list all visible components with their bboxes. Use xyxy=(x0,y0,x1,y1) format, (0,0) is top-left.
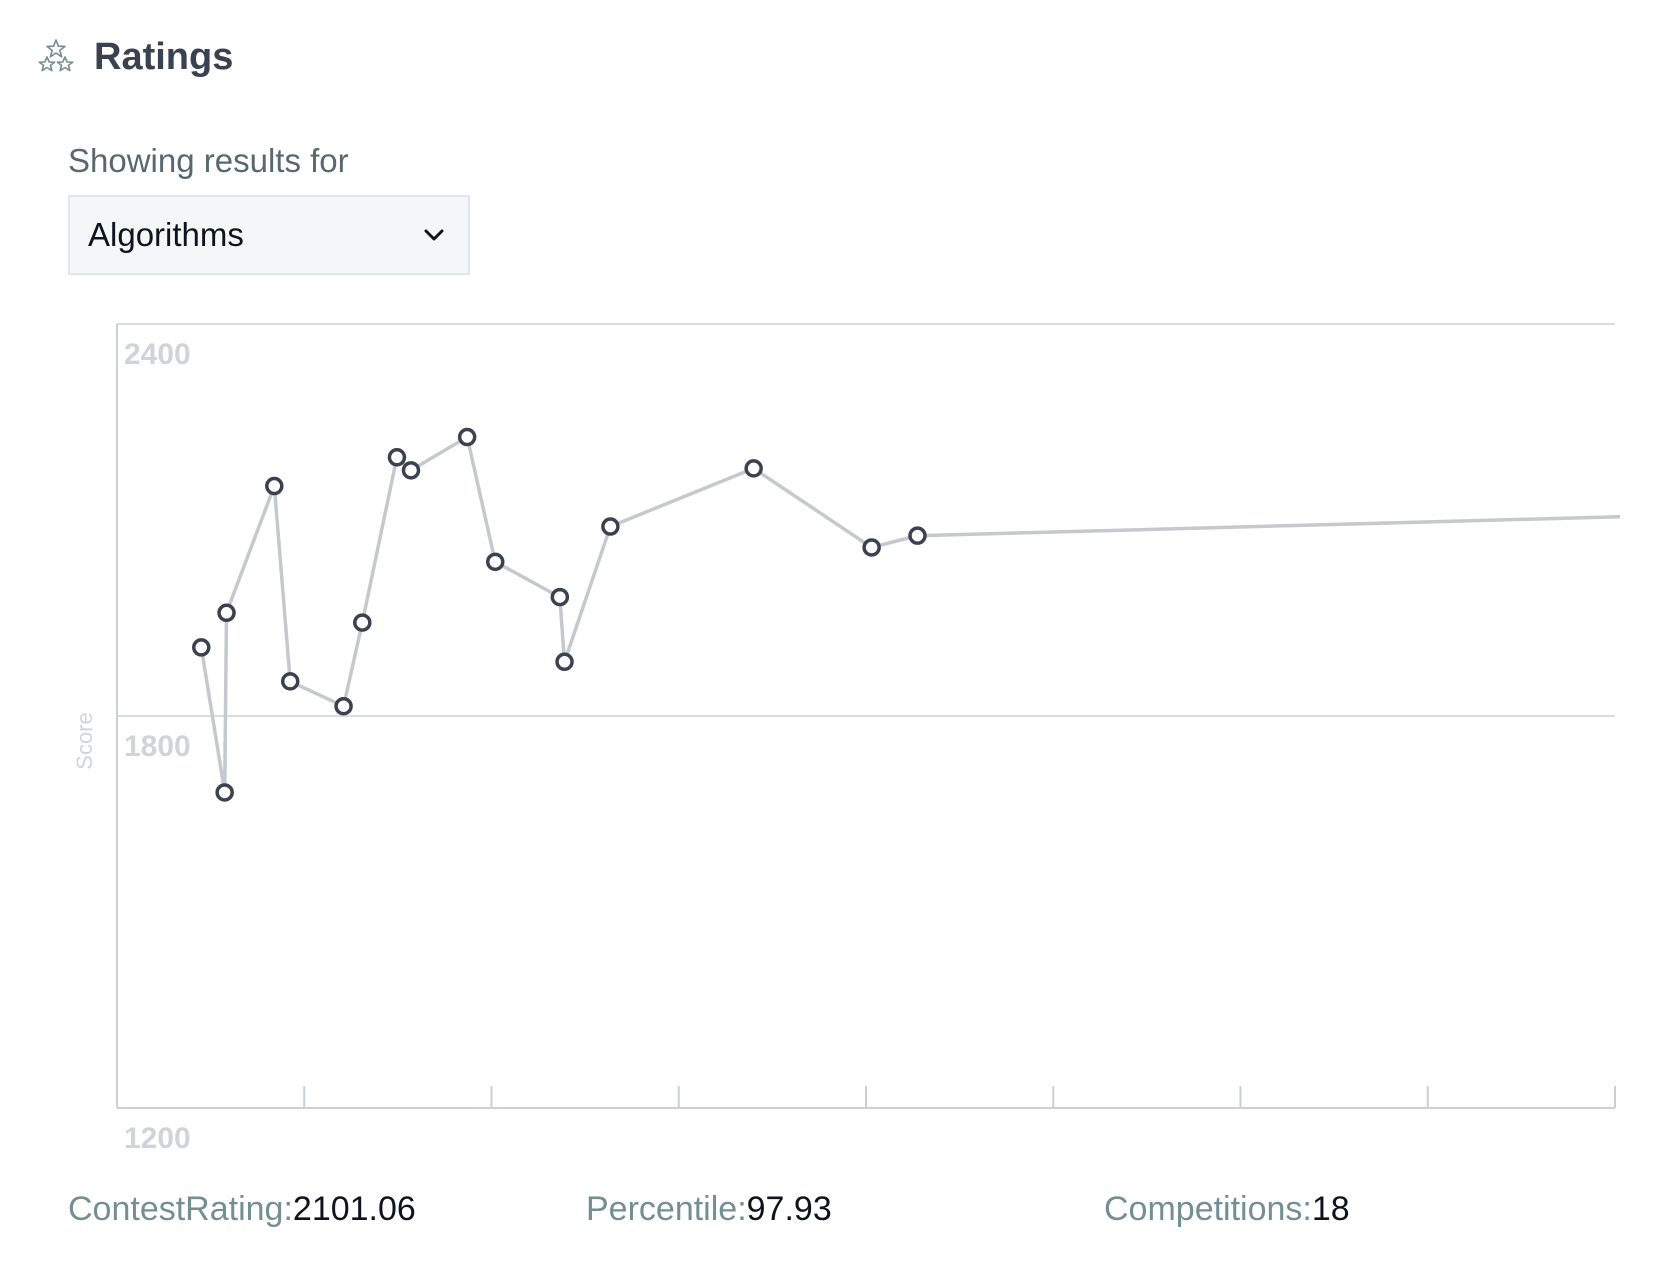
stat-competitions: Competitions:18 xyxy=(1104,1190,1350,1229)
chevron-down-icon xyxy=(424,229,444,241)
section-header: Ratings xyxy=(36,32,233,82)
data-point xyxy=(908,526,927,545)
data-point xyxy=(862,538,881,557)
data-point xyxy=(457,427,477,447)
rating-chart: 2400 1800 1200 Score xyxy=(72,323,1620,1155)
track-select-value: Algorithms xyxy=(88,216,244,253)
data-point xyxy=(192,638,211,657)
y-tick-label: 2400 xyxy=(124,338,191,371)
stat-label: Percentile: xyxy=(586,1190,747,1228)
stat-label: Competitions: xyxy=(1104,1190,1312,1228)
page-title: Ratings xyxy=(94,35,234,78)
stat-value: 2101.06 xyxy=(292,1190,416,1228)
data-point xyxy=(265,476,284,496)
stat-contest-rating: ContestRating:2101.06 xyxy=(68,1190,416,1229)
y-tick-label: 1800 xyxy=(124,730,191,763)
data-point xyxy=(217,603,236,623)
data-point xyxy=(555,652,574,672)
data-point xyxy=(744,459,763,478)
data-point xyxy=(353,613,372,632)
data-point xyxy=(485,552,505,572)
data-point xyxy=(601,517,620,536)
stat-value: 97.93 xyxy=(746,1190,832,1228)
stats-bar: ContestRating:2101.06 Percentile:97.93 C… xyxy=(68,1190,1588,1240)
series-line xyxy=(199,435,1620,795)
data-point xyxy=(387,448,407,467)
stars-icon xyxy=(38,39,74,72)
data-point xyxy=(215,783,234,802)
data-point xyxy=(280,672,300,691)
y-tick-label: 1200 xyxy=(124,1122,191,1155)
filter-label: Showing results for xyxy=(68,142,349,179)
data-point xyxy=(550,587,570,607)
y-axis-title: Score xyxy=(72,712,97,769)
data-point xyxy=(401,461,421,480)
track-select[interactable]: Algorithms xyxy=(68,195,470,275)
stat-value: 18 xyxy=(1311,1190,1350,1228)
stat-percentile: Percentile:97.93 xyxy=(586,1190,832,1229)
stat-label: ContestRating: xyxy=(68,1190,293,1228)
data-point xyxy=(334,696,353,716)
